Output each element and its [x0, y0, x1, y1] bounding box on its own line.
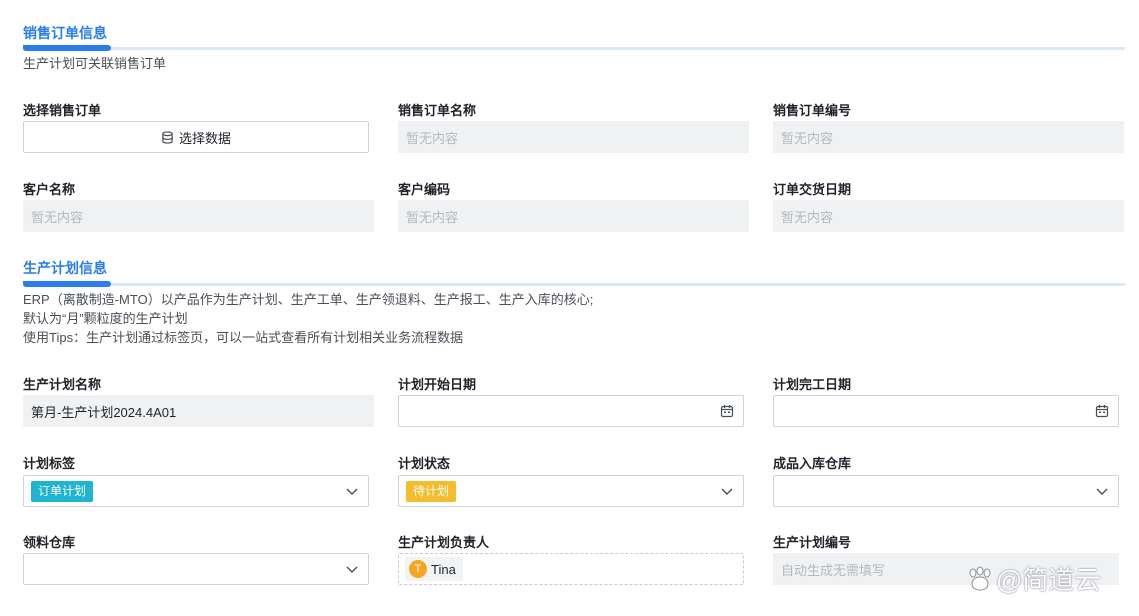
plan-tag-label: 计划标签: [23, 456, 76, 471]
finished-warehouse-select[interactable]: [773, 475, 1119, 507]
chevron-down-icon: [1096, 488, 1108, 495]
chevron-down-icon: [721, 488, 733, 495]
watermark-text: @简道云: [996, 565, 1101, 595]
calendar-icon: [720, 405, 734, 418]
start-date-label: 计划开始日期: [398, 377, 477, 392]
avatar: T: [409, 560, 427, 578]
select-data-button-label: 选择数据: [178, 130, 231, 146]
chevron-down-icon: [346, 488, 358, 495]
material-warehouse-select[interactable]: [23, 553, 369, 585]
paw-logo-icon: [969, 566, 991, 591]
section-divider: [23, 281, 1125, 287]
section-title-production-plan: 生产计划信息: [23, 260, 107, 276]
select-data-button[interactable]: 选择数据: [23, 121, 369, 153]
order-number-field: 暂无内容: [773, 121, 1124, 153]
plan-name-label: 生产计划名称: [23, 377, 102, 392]
section-divider: [23, 45, 1125, 51]
plan-name-field: 第月-生产计划2024.4A01: [23, 395, 374, 427]
watermark: @简道云: [966, 560, 1100, 597]
plan-tag-select[interactable]: 订单计划: [23, 475, 369, 507]
description-line: 使用Tips：生产计划通过标签页，可以一站式查看所有计划相关业务流程数据: [23, 330, 464, 345]
section-description: 生产计划可关联销售订单: [23, 56, 167, 71]
plan-number-label: 生产计划编号: [773, 535, 852, 550]
section-divider-accent: [23, 45, 111, 51]
section-title-sales-order: 销售订单信息: [23, 25, 107, 41]
customer-code-label: 客户编码: [398, 182, 451, 197]
calendar-icon: [1095, 405, 1109, 418]
section-divider-accent: [23, 281, 111, 287]
end-date-picker[interactable]: [773, 395, 1119, 427]
chevron-down-icon: [346, 566, 358, 573]
start-date-picker[interactable]: [398, 395, 744, 427]
customer-code-field: 暂无内容: [398, 200, 749, 232]
plan-status-select[interactable]: 待计划: [398, 475, 744, 507]
description-line: ERP（离散制造-MTO）以产品作为生产计划、生产工单、生产领退料、生产报工、生…: [23, 292, 594, 307]
plan-owner-label: 生产计划负责人: [398, 535, 490, 550]
user-name: Tina: [431, 561, 456, 577]
material-warehouse-label: 领料仓库: [23, 535, 76, 550]
select-order-label: 选择销售订单: [23, 103, 102, 118]
order-name-field: 暂无内容: [398, 121, 749, 153]
customer-name-field: 暂无内容: [23, 200, 374, 232]
order-number-label: 销售订单编号: [773, 103, 852, 118]
description-line: 默认为“月”颗粒度的生产计划: [23, 311, 188, 326]
customer-name-label: 客户名称: [23, 182, 76, 197]
finished-warehouse-label: 成品入库仓库: [773, 456, 852, 471]
database-icon: [162, 130, 173, 144]
plan-owner-picker[interactable]: T Tina: [398, 553, 744, 585]
order-name-label: 销售订单名称: [398, 103, 477, 118]
delivery-date-label: 订单交货日期: [773, 182, 852, 197]
plan-tag-badge: 订单计划: [31, 480, 94, 502]
user-chip[interactable]: T Tina: [405, 557, 463, 581]
plan-status-badge: 待计划: [406, 480, 457, 502]
plan-status-label: 计划状态: [398, 456, 451, 471]
delivery-date-field: 暂无内容: [773, 200, 1124, 232]
section-description: ERP（离散制造-MTO）以产品作为生产计划、生产工单、生产领退料、生产报工、生…: [23, 290, 593, 347]
end-date-label: 计划完工日期: [773, 377, 852, 392]
